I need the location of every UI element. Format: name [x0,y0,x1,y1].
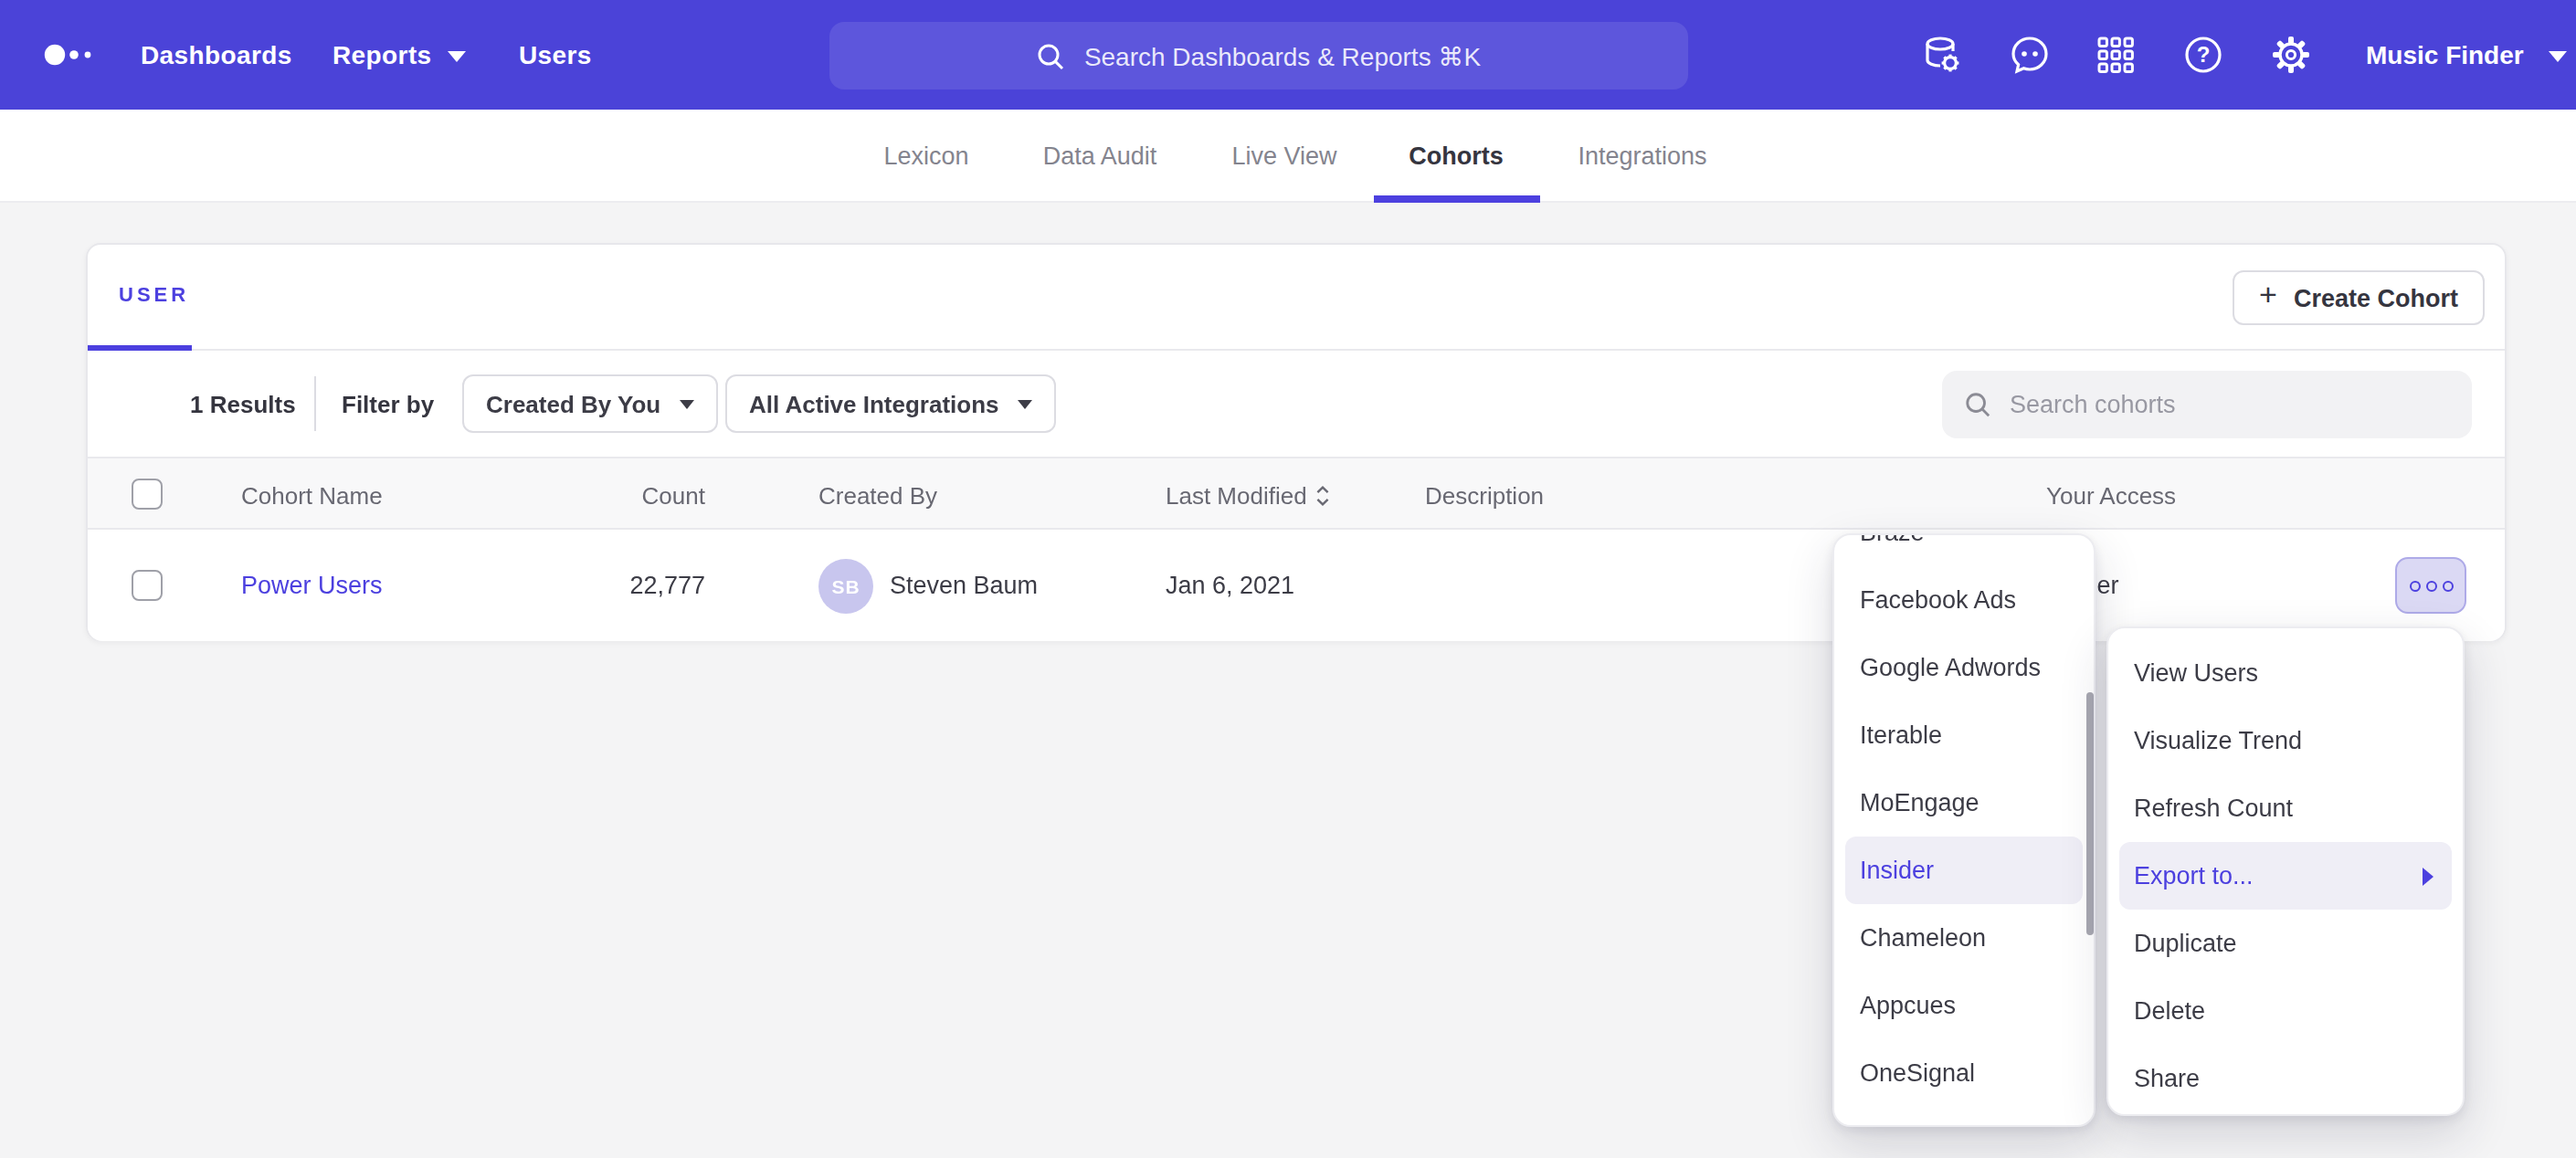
menu-item-share[interactable]: Share [2108,1045,2463,1112]
tab-lexicon[interactable]: Lexicon [883,110,968,203]
top-navbar: Dashboards Reports Users Search Dashboar… [0,0,2576,110]
account-menu[interactable]: Music Finder [2366,0,2568,110]
export-submenu: BrazeFacebook AdsGoogle AdwordsIterableM… [1832,533,2096,1127]
menu-item-facebook-ads[interactable]: Facebook Ads [1834,566,2094,634]
help-icon[interactable]: ? [2183,35,2223,75]
svg-text:?: ? [2197,42,2211,67]
nav-reports[interactable]: Reports [333,0,467,110]
menu-item-moengage[interactable]: MoEngage [1834,769,2094,837]
chevron-down-icon [679,400,693,409]
global-search-input[interactable]: Search Dashboards & Reports ⌘K [829,22,1688,89]
avatar: SB [818,559,873,614]
tab-data-audit[interactable]: Data Audit [1043,110,1157,203]
cohorts-page: Dashboards Reports Users Search Dashboar… [0,0,2576,1158]
menu-item-export-to[interactable]: Export to... [2119,842,2452,910]
cohorts-card: USER + Create Cohort 1 Results Filter by… [86,243,2507,641]
section-tabs: Lexicon Data Audit Live View Cohorts Integra… [0,110,2576,203]
created-by-filter[interactable]: Created By You [462,374,717,433]
last-modified-date: Jan 6, 2021 [1166,530,1294,641]
tab-cohorts[interactable]: Cohorts [1409,110,1504,203]
row-context-menu: View UsersVisualize TrendRefresh CountEx… [2106,626,2465,1116]
submenu-arrow-icon [2423,867,2433,885]
data-settings-icon[interactable] [1922,35,1962,75]
nav-dashboards[interactable]: Dashboards [141,0,292,110]
tab-live-view[interactable]: Live View [1231,110,1336,203]
menu-item-braze[interactable]: Braze [1834,533,2094,566]
cohort-type-tabs: USER + Create Cohort [88,245,2505,351]
user-tab-underline [88,344,192,351]
divider [314,376,316,431]
sort-icon [1316,483,1331,507]
menu-item-google-adwords[interactable]: Google Adwords [1834,634,2094,701]
column-header-description: Description [1425,458,1544,532]
settings-gear-icon[interactable] [2271,35,2311,75]
column-header-count: Count [559,458,705,532]
plus-icon: + [2259,278,2277,314]
cohort-name-link[interactable]: Power Users [241,530,383,641]
menu-item-onesignal[interactable]: OneSignal [1834,1039,2094,1107]
filter-bar: 1 Results Filter by Created By You All A… [88,351,2505,457]
menu-item-view-users[interactable]: View Users [2108,639,2463,707]
chevron-down-icon [1018,400,1032,409]
menu-item-delete[interactable]: Delete [2108,977,2463,1045]
table-row: Power Users 22,777 SB Steven Baum Jan 6,… [88,530,2505,641]
menu-item-duplicate[interactable]: Duplicate [2108,910,2463,977]
mixpanel-logo-icon[interactable] [44,44,95,66]
column-header-last-modified[interactable]: Last Modified [1166,458,1331,532]
table-header: Cohort Name Count Created By Last Modified D… [88,457,2505,530]
feedback-icon[interactable] [2010,35,2050,75]
results-count: 1 Results [190,351,296,457]
menu-item-insider[interactable]: Insider [1845,837,2083,904]
row-actions-button[interactable] [2395,557,2466,614]
tab-integrations[interactable]: Integrations [1578,110,1706,203]
select-all-checkbox[interactable] [132,479,163,510]
cohort-search-input[interactable]: Search cohorts [1942,371,2472,438]
submenu-scrollbar[interactable] [2085,692,2094,935]
menu-item-chameleon[interactable]: Chameleon [1834,904,2094,972]
integrations-filter[interactable]: All Active Integrations [725,374,1056,433]
search-icon [1037,41,1066,70]
nav-users[interactable]: Users [519,0,592,110]
menu-item-iterable[interactable]: Iterable [1834,701,2094,769]
column-header-cohort-name: Cohort Name [241,458,383,532]
row-checkbox[interactable] [132,570,163,601]
column-header-your-access: Your Access [2046,458,2176,532]
filter-by-label: Filter by [342,351,434,457]
apps-grid-icon[interactable] [2096,35,2136,75]
menu-item-appcues[interactable]: Appcues [1834,972,2094,1039]
create-cohort-button[interactable]: + Create Cohort [2233,270,2485,325]
cohort-count: 22,777 [559,530,705,641]
menu-item-visualize-trend[interactable]: Visualize Trend [2108,707,2463,774]
column-header-created-by: Created By [818,458,937,532]
chevron-down-icon [2550,51,2568,62]
menu-item-refresh-count[interactable]: Refresh Count [2108,774,2463,842]
active-tab-underline [1374,195,1540,203]
tab-user[interactable]: USER [119,283,189,305]
chevron-down-icon [449,51,467,62]
search-icon [1964,391,1991,418]
created-by-name: Steven Baum [890,530,1038,641]
